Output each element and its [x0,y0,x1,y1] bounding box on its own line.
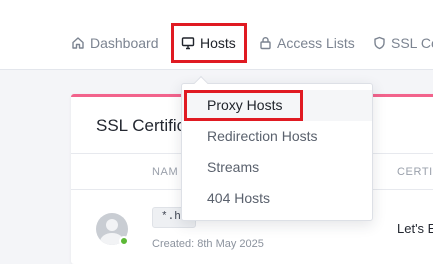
nav-item-dashboard[interactable]: Dashboard [71,28,159,58]
nav-item-label: Access Lists [277,35,355,51]
menu-item-proxy-hosts[interactable]: Proxy Hosts [182,90,372,121]
menu-item-streams[interactable]: Streams [182,152,372,183]
menu-item-redirection-hosts[interactable]: Redirection Hosts [182,121,372,152]
avatar-head [106,219,118,231]
nav-item-hosts[interactable]: Hosts [181,28,236,58]
hosts-dropdown-menu: Proxy Hosts Redirection Hosts Streams 40… [181,75,373,221]
home-icon [71,36,85,50]
menu-item-404-hosts[interactable]: 404 Hosts [182,183,372,214]
card-title: SSL Certific [96,116,186,135]
nav-item-ssl-certificates[interactable]: SSL Ce [373,28,433,58]
certificate-provider: Let's E [397,221,433,236]
column-header-certificate: CERTI [397,166,433,178]
nav-item-label: Hosts [200,35,236,51]
dropdown-caret-icon [193,75,209,91]
column-header-name: NAM [152,166,179,178]
top-navigation: Dashboard Hosts Access Lists SSL Ce [0,0,433,70]
nav-item-label: SSL Ce [391,35,433,51]
shield-icon [373,36,386,50]
nav-item-label: Dashboard [90,35,159,51]
status-online-icon [119,236,129,246]
monitor-icon [181,36,195,50]
lock-icon [259,36,272,50]
created-date: Created: 8th May 2025 [152,238,264,250]
nav-item-access-lists[interactable]: Access Lists [259,28,355,58]
